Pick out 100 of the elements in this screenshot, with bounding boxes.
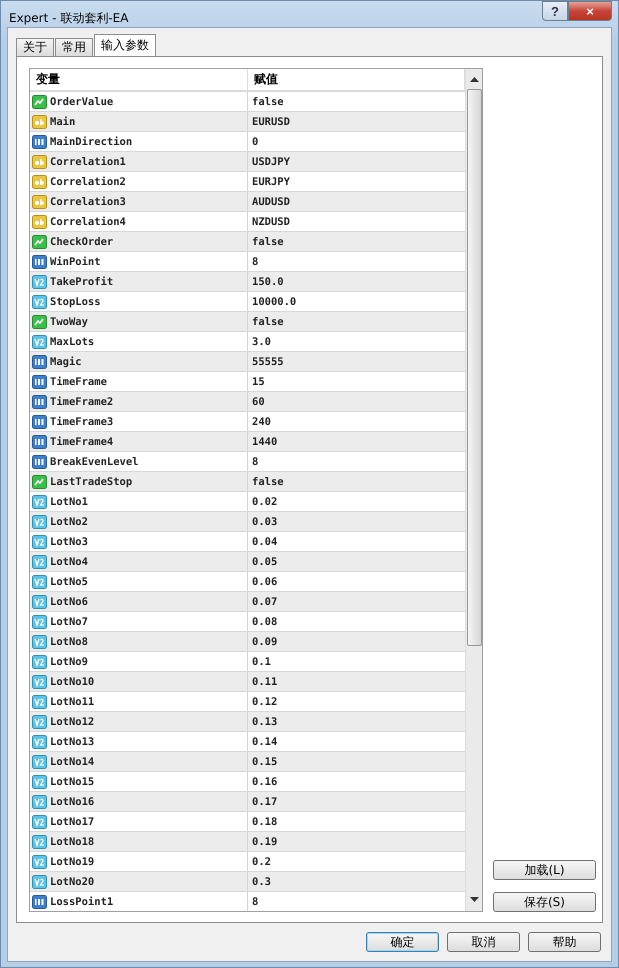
parameter-row[interactable]: LotNo11 0.12 [30, 691, 465, 711]
parameter-value: 0.11 [252, 676, 278, 688]
parameter-value: 0.15 [252, 756, 278, 768]
parameter-row[interactable]: TimeFrame4 1440 [30, 431, 465, 451]
parameter-name: LotNo7 [50, 616, 88, 628]
parameter-row[interactable]: LotNo15 0.16 [30, 771, 465, 791]
scroll-down-icon[interactable] [470, 897, 478, 903]
parameter-row[interactable]: LossPoint1 8 [30, 891, 465, 911]
parameter-row[interactable]: LotNo3 0.04 [30, 531, 465, 551]
dialog-button[interactable]: 取消 [447, 932, 520, 952]
parameter-row[interactable]: Magic 55555 [30, 351, 465, 371]
zigzag-icon [32, 94, 47, 108]
dialog-button[interactable]: 确定 [366, 932, 439, 952]
decimal-icon [32, 814, 47, 828]
parameter-row[interactable]: Main EURUSD [30, 111, 465, 131]
parameter-name: TakeProfit [50, 276, 114, 288]
parameter-row[interactable]: LotNo16 0.17 [30, 791, 465, 811]
decimal-icon [32, 874, 47, 888]
parameter-value: false [252, 316, 284, 328]
decimal-icon [32, 334, 47, 348]
parameter-name: WinPoint [50, 256, 101, 268]
parameter-value: 0.12 [252, 696, 278, 708]
parameter-name: LotNo9 [50, 656, 88, 668]
parameter-name: Correlation1 [50, 156, 126, 168]
dialog-button[interactable]: 帮助 [528, 932, 601, 952]
tab[interactable]: 输入参数 [94, 34, 156, 56]
parameter-row[interactable]: WinPoint 8 [30, 251, 465, 271]
decimal-icon [32, 774, 47, 788]
parameter-value: 0.07 [252, 596, 278, 608]
parameter-value: 0.3 [252, 876, 271, 888]
help-button[interactable]: ? [542, 1, 568, 21]
side-button[interactable]: 保存(S) [493, 892, 596, 912]
scrollbar[interactable] [465, 69, 482, 911]
parameter-row[interactable]: OrderValue false [30, 91, 465, 111]
parameter-row[interactable]: LotNo14 0.15 [30, 751, 465, 771]
parameter-value: 10000.0 [252, 296, 296, 308]
decimal-icon [32, 574, 47, 588]
parameter-row[interactable]: TimeFrame3 240 [30, 411, 465, 431]
parameter-value: 0.2 [252, 856, 271, 868]
ab-icon [32, 214, 47, 228]
parameter-name: LotNo20 [50, 876, 94, 888]
parameter-value: 0.03 [252, 516, 278, 528]
parameter-row[interactable]: Correlation2 EURJPY [30, 171, 465, 191]
parameter-row[interactable]: LotNo4 0.05 [30, 551, 465, 571]
parameter-row[interactable]: MaxLots 3.0 [30, 331, 465, 351]
decimal-icon [32, 594, 47, 608]
parameter-row[interactable]: TimeFrame 15 [30, 371, 465, 391]
parameter-row[interactable]: LotNo6 0.07 [30, 591, 465, 611]
number-icon [32, 374, 47, 388]
side-button[interactable]: 加载(L) [493, 860, 596, 880]
parameter-row[interactable]: Correlation1 USDJPY [30, 151, 465, 171]
parameter-row[interactable]: TimeFrame2 60 [30, 391, 465, 411]
parameter-row[interactable]: LotNo13 0.14 [30, 731, 465, 751]
scroll-thumb[interactable] [466, 89, 482, 646]
parameter-row[interactable]: CheckOrder false [30, 231, 465, 251]
parameter-row[interactable]: LotNo12 0.13 [30, 711, 465, 731]
parameter-row[interactable]: Correlation3 AUDUSD [30, 191, 465, 211]
parameter-row[interactable]: LotNo7 0.08 [30, 611, 465, 631]
decimal-icon [32, 554, 47, 568]
parameter-value: 0.1 [252, 656, 271, 668]
parameter-name: TwoWay [50, 316, 88, 328]
parameter-row[interactable]: StopLoss 10000.0 [30, 291, 465, 311]
decimal-icon [32, 274, 47, 288]
parameter-row[interactable]: LotNo5 0.06 [30, 571, 465, 591]
parameter-name: LastTradeStop [50, 476, 132, 488]
parameter-value: 0.05 [252, 556, 278, 568]
scroll-up-icon[interactable] [470, 77, 478, 83]
decimal-icon [32, 734, 47, 748]
close-button[interactable]: × [568, 1, 612, 21]
parameter-row[interactable]: MainDirection 0 [30, 131, 465, 151]
parameter-name: LotNo4 [50, 556, 88, 568]
parameter-name: Correlation4 [50, 216, 126, 228]
parameter-row[interactable]: LotNo20 0.3 [30, 871, 465, 891]
parameter-row[interactable]: LotNo8 0.09 [30, 631, 465, 651]
parameter-value: NZDUSD [252, 216, 290, 228]
parameter-row[interactable]: LotNo19 0.2 [30, 851, 465, 871]
tab[interactable]: 关于 [16, 38, 54, 56]
tab[interactable]: 常用 [55, 38, 93, 56]
parameter-row[interactable]: TwoWay false [30, 311, 465, 331]
parameter-name: StopLoss [50, 296, 101, 308]
parameter-row[interactable]: LotNo17 0.18 [30, 811, 465, 831]
parameter-row[interactable]: Correlation4 NZDUSD [30, 211, 465, 231]
parameter-row[interactable]: LotNo10 0.11 [30, 671, 465, 691]
parameter-value: 0.19 [252, 836, 278, 848]
parameter-value: false [252, 236, 284, 248]
number-icon [32, 134, 47, 148]
parameter-row[interactable]: LotNo2 0.03 [30, 511, 465, 531]
parameter-value: 8 [252, 456, 258, 468]
parameter-row[interactable]: TakeProfit 150.0 [30, 271, 465, 291]
decimal-icon [32, 674, 47, 688]
parameter-value: 240 [252, 416, 271, 428]
parameter-name: LotNo13 [50, 736, 94, 748]
number-icon [32, 254, 47, 268]
parameter-row[interactable]: LotNo9 0.1 [30, 651, 465, 671]
parameter-row[interactable]: LotNo18 0.19 [30, 831, 465, 851]
parameter-name: LotNo10 [50, 676, 94, 688]
parameter-value: 0.09 [252, 636, 278, 648]
parameter-row[interactable]: LastTradeStop false [30, 471, 465, 491]
parameter-row[interactable]: LotNo1 0.02 [30, 491, 465, 511]
parameter-row[interactable]: BreakEvenLevel 8 [30, 451, 465, 471]
